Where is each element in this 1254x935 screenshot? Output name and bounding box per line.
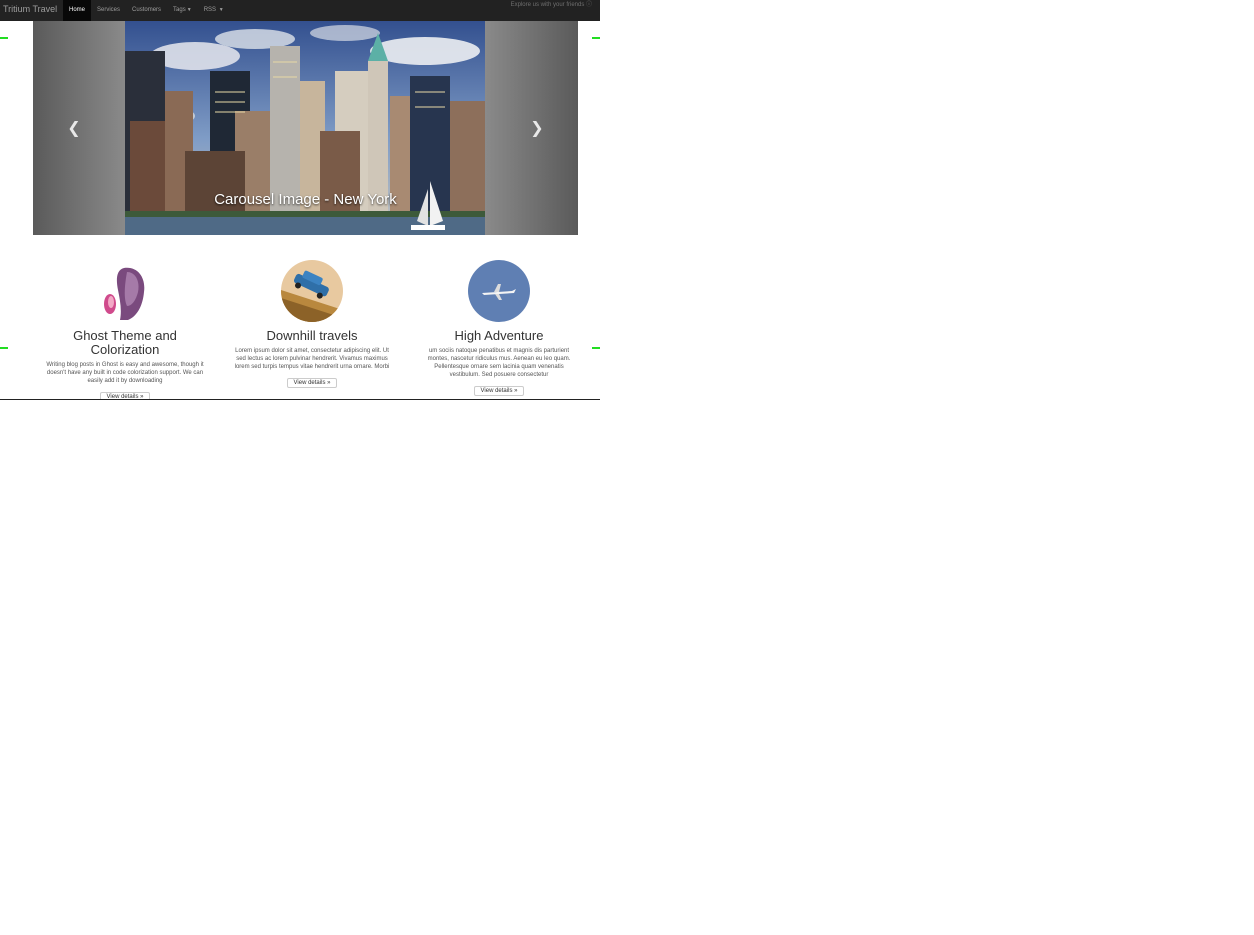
caret-down-icon: ▼: [218, 7, 224, 13]
nav-customers[interactable]: Customers: [126, 0, 167, 21]
jet-flight-image: [468, 260, 530, 322]
page: Tritium Travel Home Services Customers T…: [0, 0, 600, 400]
feature-title: Ghost Theme and Colorization: [73, 328, 177, 357]
ghost-face-image: [94, 260, 156, 322]
feature-title: Downhill travels: [266, 328, 358, 343]
feature-column: Ghost Theme and Colorization Writing blo…: [40, 260, 210, 399]
feature-thumbnail: [281, 260, 343, 322]
carousel-prev-control[interactable]: ❮: [64, 119, 84, 139]
feature-text: um sociis natoque penatibus et magnis di…: [427, 348, 571, 378]
nav-rss-label: RSS: [203, 7, 217, 13]
chevron-right-icon: ❯: [530, 120, 544, 137]
view-details-button[interactable]: View details »: [99, 392, 151, 399]
view-details-button[interactable]: View details »: [286, 378, 338, 388]
hero-carousel: ❮ ❯ Carousel Image - New York: [33, 21, 578, 235]
feature-title: High Adventure: [454, 328, 544, 343]
feature-column: Downhill travels Lorem ipsum dolor sit a…: [227, 260, 397, 389]
view-details-button[interactable]: View details »: [473, 386, 525, 396]
nav-tags-label: Tags: [173, 7, 186, 13]
brand-link[interactable]: Tritium Travel: [3, 4, 57, 14]
left-edge-marker: [0, 347, 8, 349]
feature-text: Lorem ipsum dolor sit amet, consectetur …: [234, 348, 390, 370]
top-navbar: Tritium Travel Home Services Customers T…: [0, 0, 600, 21]
feature-thumbnail: [94, 260, 156, 322]
nav-services[interactable]: Services: [91, 0, 126, 21]
feature-text: Writing blog posts in Ghost is easy and …: [46, 362, 204, 384]
nav-services-label: Services: [97, 7, 121, 13]
nav-tags-dropdown[interactable]: Tags▼: [167, 0, 198, 21]
feature-column: High Adventure um sociis natoque penatib…: [414, 260, 584, 397]
right-edge-marker: [592, 37, 600, 39]
chevron-left-icon: ❮: [67, 120, 81, 137]
main-nav: Home Services Customers Tags▼ RSS ▼: [63, 0, 230, 21]
downhill-car-image: [281, 260, 343, 322]
caret-down-icon: ▼: [186, 7, 192, 13]
carousel-next-control[interactable]: ❯: [527, 119, 547, 139]
nav-right-text[interactable]: Explore us with your friends ⓘ: [511, 0, 592, 12]
right-edge-marker: [592, 347, 600, 349]
carousel-caption: Carousel Image - New York: [214, 191, 397, 208]
nav-rss-dropdown[interactable]: RSS ▼: [198, 0, 230, 21]
left-edge-marker: [0, 37, 8, 39]
feature-thumbnail: [468, 260, 530, 322]
nav-home-label: Home: [69, 7, 86, 13]
nav-customers-label: Customers: [132, 7, 162, 13]
nav-home[interactable]: Home: [63, 0, 92, 21]
